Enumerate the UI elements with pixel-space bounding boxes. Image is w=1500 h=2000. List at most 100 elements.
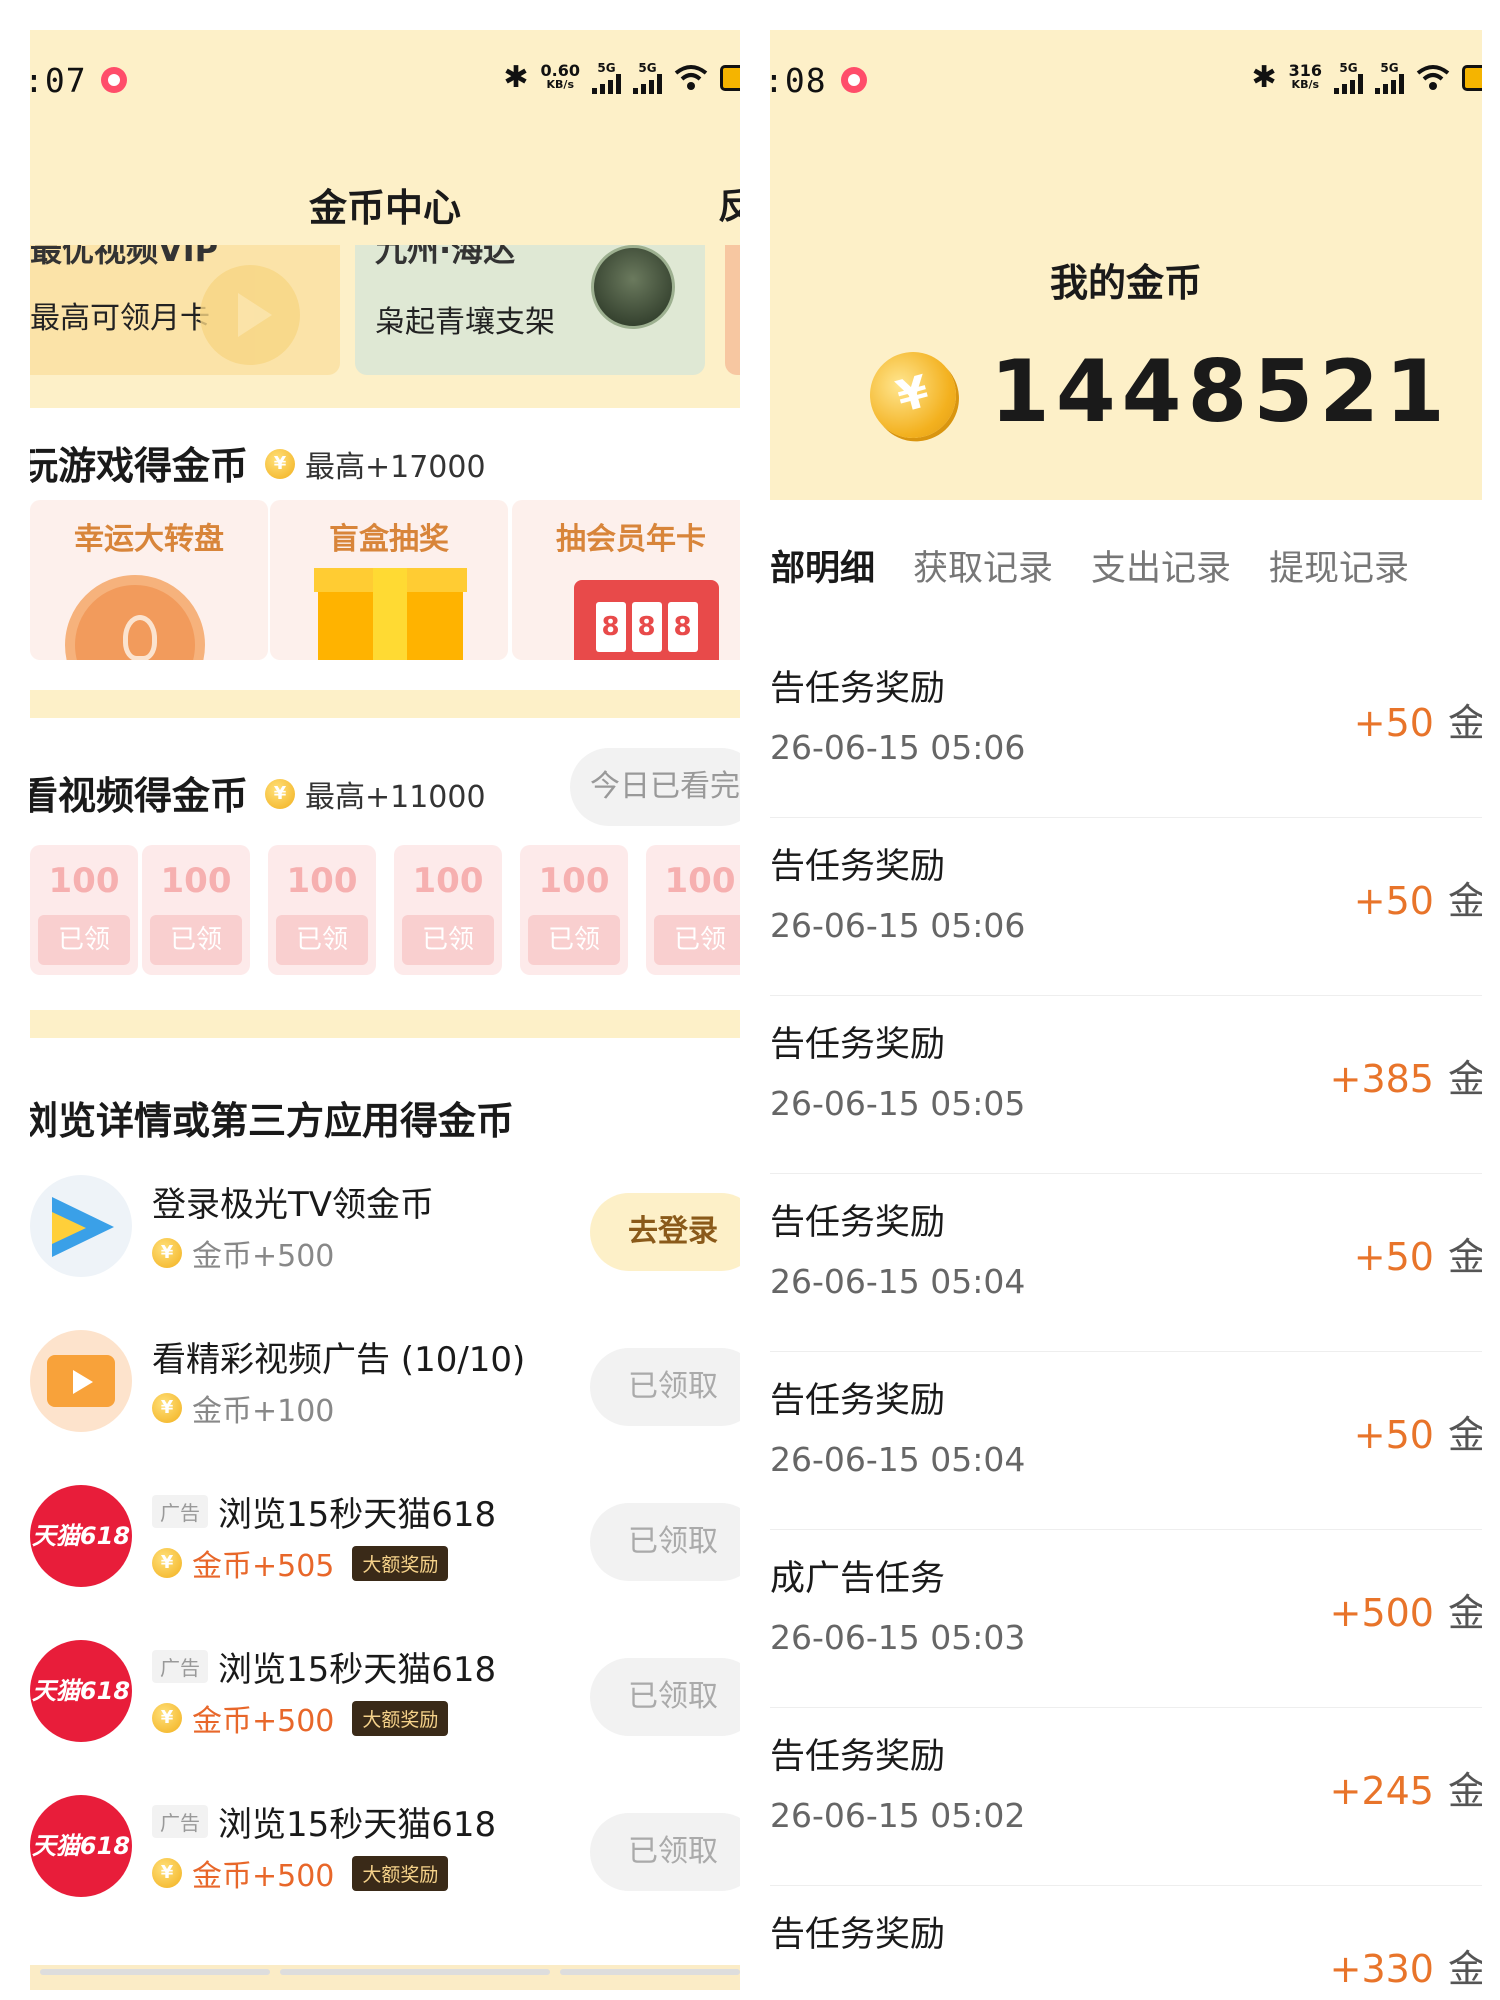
record-title: 告任务奖励 (770, 1737, 946, 1777)
record-amount: +50 金 (1353, 701, 1482, 745)
record-title: 告任务奖励 (770, 1025, 946, 1065)
record-date: 26-06-15 05:02 (770, 1796, 1026, 1835)
signal-icon: 5G (592, 62, 621, 94)
big-reward-badge: 大额奖励 (352, 1700, 449, 1736)
task-title: 登录极光TV领金币 (152, 1185, 435, 1225)
record-tabs: 部明细 获取记录 支出记录 提现记录 (770, 540, 1482, 600)
banner-title: 九州·海达 (375, 245, 516, 269)
coin-icon: ¥ (265, 779, 295, 809)
video-reward-chip: 100 已领 (268, 845, 376, 975)
tmall-icon: 天猫618 (30, 1485, 132, 1587)
tab-withdrawals[interactable]: 提现记录 (1269, 540, 1409, 600)
coin-icon: ¥ (265, 449, 295, 479)
lucky-wheel-card[interactable]: 幸运大转盘 (30, 500, 268, 660)
bluetooth-icon: ✱ (503, 60, 529, 95)
task-row: 天猫618 广告 浏览15秒天猫618 ¥ 金币+505 大额奖励 已领取 (30, 1485, 740, 1605)
record-date: 26-06-15 05:04 (770, 1262, 1026, 1301)
banner-title: 最优视频VIP (30, 245, 219, 269)
record-amount: +385 金 (1329, 1057, 1482, 1101)
record-row: 告任务奖励 26-06-15 05:02 +245 金 (770, 1708, 1482, 1886)
clock: :08 (770, 60, 827, 100)
task-row: 登录极光TV领金币 ¥ 金币+500 去登录 (30, 1175, 740, 1295)
task-title: 广告 浏览15秒天猫618 (152, 1487, 496, 1536)
task-reward: ¥ 金币+505 大额奖励 (152, 1541, 449, 1585)
coin-icon: ¥ (152, 1858, 182, 1888)
claimed-button[interactable]: 已领取 (590, 1813, 740, 1891)
status-bar: :07 ✱ 0.60 KB/s 5G 5G (30, 30, 740, 130)
record-amount: +50 金 (1353, 879, 1482, 923)
banner-card[interactable]: 九州·海达 枭起青壤支架 (355, 245, 705, 375)
coin-icon: ¥ (152, 1703, 182, 1733)
vip-lottery-card[interactable]: 抽会员年卡 8 8 8 (512, 500, 740, 660)
blind-box-card[interactable]: 盲盒抽奖 (270, 500, 508, 660)
claimed-button[interactable]: 已领取 (590, 1348, 740, 1426)
record-title: 告任务奖励 (770, 1381, 946, 1421)
record-date: 26-06-15 05:03 (770, 1618, 1026, 1657)
record-row: 告任务奖励 26-06-15 05:04 +50 金 (770, 1352, 1482, 1530)
task-title: 广告 浏览15秒天猫618 (152, 1642, 496, 1691)
network-speed: 316 KB/s (1288, 60, 1322, 91)
record-amount: +330 金 (1329, 1947, 1482, 1990)
banner-card[interactable] (725, 245, 740, 375)
record-row: 告任务奖励 +330 金 (770, 1886, 1482, 1990)
coin-icon: ¥ (152, 1238, 182, 1268)
record-amount: +245 金 (1329, 1769, 1482, 1813)
tab-all-details[interactable]: 部明细 (770, 540, 875, 600)
wheel-icon (65, 575, 205, 660)
video-reward-chip: 100 已领 (30, 845, 138, 975)
header-action-link[interactable]: 反 (718, 177, 740, 229)
record-date: 26-06-15 05:04 (770, 1440, 1026, 1479)
tv-app-icon (30, 1175, 132, 1277)
record-title: 告任务奖励 (770, 1915, 946, 1955)
wifi-icon (1416, 64, 1450, 92)
games-bonus: ¥ 最高+17000 (265, 442, 486, 486)
record-date: 26-06-15 05:06 (770, 728, 1026, 767)
tmall-icon: 天猫618 (30, 1795, 132, 1897)
claimed-button[interactable]: 已领取 (590, 1503, 740, 1581)
game-card-title: 盲盒抽奖 (329, 522, 449, 557)
wifi-icon (674, 64, 708, 92)
task-reward: ¥ 金币+500 大额奖励 (152, 1696, 449, 1740)
claimed-button[interactable]: 已领取 (590, 1658, 740, 1736)
signal-icon: 5G (633, 62, 662, 94)
battery-icon (1462, 64, 1482, 91)
record-amount: +50 金 (1353, 1235, 1482, 1279)
bluetooth-icon: ✱ (1251, 60, 1277, 95)
tab-earnings[interactable]: 获取记录 (913, 540, 1053, 600)
game-card-title: 抽会员年卡 (556, 522, 706, 557)
record-title: 成广告任务 (770, 1559, 946, 1599)
banner-carousel: 最优视频VIP 最高可领月卡 九州·海达 枭起青壤支架 (30, 245, 740, 408)
section-divider (30, 1010, 740, 1038)
task-row: 天猫618 广告 浏览15秒天猫618 ¥ 金币+500 大额奖励 已领取 (30, 1640, 740, 1760)
task-reward: ¥ 金币+500 大额奖励 (152, 1851, 449, 1895)
coin-detail-screen: :08 ✱ 316 KB/s 5G 5G 我的金币 ¥ 1448521 部明细 获… (770, 30, 1482, 1990)
task-title: 看精彩视频广告 (10/10) (152, 1340, 526, 1380)
network-speed: 0.60 KB/s (540, 60, 580, 91)
bonus-text: 最高+17000 (305, 450, 486, 485)
split-screenshot: :07 ✱ 0.60 KB/s 5G 5G 金币中心 反 最优视频VIP 最高可领… (0, 0, 1500, 2000)
watched-status-pill: 今日已看完 (570, 748, 740, 826)
video-bonus: ¥ 最高+11000 (265, 772, 486, 816)
banner-card[interactable]: 最优视频VIP 最高可领月卡 (30, 245, 340, 375)
task-row: 天猫618 广告 浏览15秒天猫618 ¥ 金币+500 大额奖励 已领取 (30, 1795, 740, 1915)
task-title: 广告 浏览15秒天猫618 (152, 1797, 496, 1846)
banner-subtitle: 最高可领月卡 (30, 301, 210, 336)
page-title: 金币中心 (308, 186, 461, 230)
ad-tag: 广告 (152, 1805, 208, 1838)
tmall-icon: 天猫618 (30, 1640, 132, 1742)
notification-icon (840, 67, 867, 93)
tab-expenses[interactable]: 支出记录 (1091, 540, 1231, 600)
record-date: 26-06-15 05:05 (770, 1084, 1026, 1123)
bottom-tab-strip (30, 1965, 740, 1990)
record-title: 告任务奖励 (770, 847, 946, 887)
ad-tag: 广告 (152, 1495, 208, 1528)
game-card-title: 幸运大转盘 (74, 522, 224, 557)
record-amount: +500 金 (1329, 1591, 1482, 1635)
go-login-button[interactable]: 去登录 (590, 1193, 740, 1271)
clock: :07 (30, 60, 87, 100)
task-reward: ¥ 金币+500 (152, 1231, 334, 1275)
task-reward: ¥ 金币+100 (152, 1386, 334, 1430)
section-divider (30, 690, 740, 718)
banner-subtitle: 枭起青壤支架 (375, 305, 555, 340)
record-row: 成广告任务 26-06-15 05:03 +500 金 (770, 1530, 1482, 1708)
